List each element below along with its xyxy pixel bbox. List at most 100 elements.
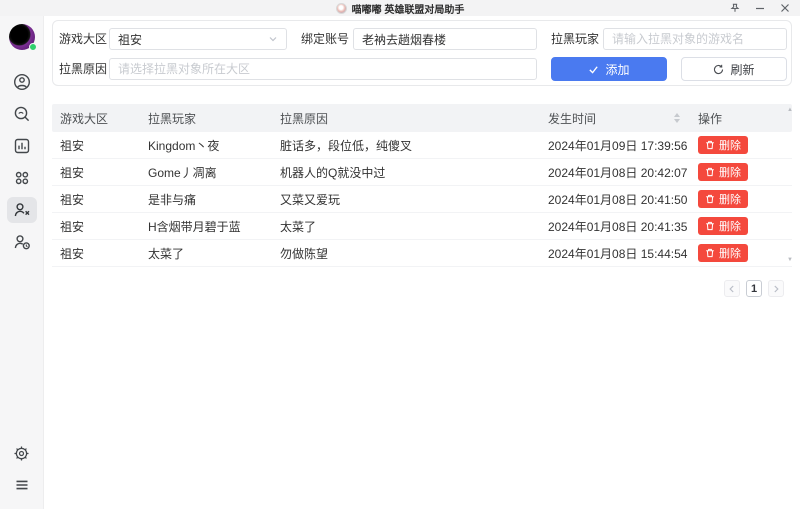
chevron-left-icon bbox=[729, 285, 734, 292]
sidebar-item-menu[interactable] bbox=[7, 472, 37, 498]
prev-page-button[interactable] bbox=[724, 280, 740, 297]
delete-label: 删除 bbox=[719, 248, 741, 260]
window-controls bbox=[729, 0, 791, 16]
refresh-icon bbox=[714, 64, 724, 74]
region-select-value: 祖安 bbox=[118, 32, 143, 47]
cell-reason: 勿做陈望 bbox=[280, 246, 329, 261]
close-icon[interactable] bbox=[779, 2, 791, 14]
cell-actions: 删除 bbox=[690, 244, 792, 262]
trash-icon bbox=[706, 194, 714, 204]
next-page-button[interactable] bbox=[768, 280, 784, 297]
region-label: 游戏大区 bbox=[59, 32, 108, 46]
cell-actions: 删除 bbox=[690, 136, 792, 154]
cell-reason: 机器人的Q就没中过 bbox=[280, 165, 386, 180]
header-region: 游戏大区 bbox=[60, 111, 109, 126]
cell-reason: 脏话多，段位低，纯傻叉 bbox=[280, 138, 413, 153]
delete-label: 删除 bbox=[719, 140, 741, 152]
delete-label: 删除 bbox=[719, 167, 741, 179]
refresh-button[interactable]: 刷新 bbox=[681, 57, 787, 81]
pin-icon[interactable] bbox=[729, 2, 741, 14]
person-x-icon bbox=[12, 200, 32, 220]
trash-icon bbox=[706, 248, 714, 258]
account-label: 绑定账号 bbox=[301, 32, 350, 46]
chevron-down-icon bbox=[268, 34, 278, 44]
cell-region: 祖安 bbox=[60, 246, 85, 261]
header-actions: 操作 bbox=[698, 111, 723, 126]
header-player: 拉黑玩家 bbox=[148, 111, 197, 126]
chevron-right-icon bbox=[774, 285, 779, 292]
table-row: 祖安 太菜了 勿做陈望 2024年01月08日 15:44:54 删除 bbox=[52, 240, 792, 267]
main-content: 游戏大区 祖安 绑定账号 拉黑玩家 拉黑原因 添加 刷新 游戏大区 拉 bbox=[44, 16, 800, 509]
pagination: 1 bbox=[724, 280, 784, 297]
cell-reason: 太菜了 bbox=[280, 219, 317, 234]
add-button-label: 添加 bbox=[605, 62, 630, 77]
sidebar-item-search[interactable] bbox=[7, 101, 37, 127]
gear-icon bbox=[12, 444, 31, 463]
stats-icon bbox=[12, 136, 32, 156]
blacklist-table: 游戏大区 拉黑玩家 拉黑原因 发生时间 操作 祖安 Kingdom丶夜 脏话多，段位… bbox=[52, 104, 795, 267]
cell-player: H含烟带月碧于蓝 bbox=[148, 219, 241, 234]
header-reason: 拉黑原因 bbox=[280, 111, 329, 126]
delete-button[interactable]: 删除 bbox=[698, 163, 748, 181]
sidebar-item-apps[interactable] bbox=[7, 165, 37, 191]
region-select[interactable]: 祖安 bbox=[109, 28, 287, 50]
delete-button[interactable]: 删除 bbox=[698, 244, 748, 262]
cell-player: Gome丿凋离 bbox=[148, 165, 217, 180]
player-input[interactable] bbox=[603, 28, 787, 50]
sidebar-item-history[interactable] bbox=[7, 229, 37, 255]
blacklist-form: 游戏大区 祖安 绑定账号 拉黑玩家 拉黑原因 添加 刷新 bbox=[52, 20, 792, 86]
delete-label: 删除 bbox=[719, 194, 741, 206]
table-row: 祖安 Kingdom丶夜 脏话多，段位低，纯傻叉 2024年01月09日 17:39:… bbox=[52, 132, 792, 159]
header-time-label: 发生时间 bbox=[548, 111, 597, 126]
sidebar-item-stats[interactable] bbox=[7, 133, 37, 159]
cell-reason: 又菜又爱玩 bbox=[280, 192, 341, 207]
minimize-icon[interactable] bbox=[754, 2, 766, 14]
cell-time: 2024年01月08日 20:42:07 bbox=[548, 165, 688, 180]
user-avatar[interactable] bbox=[8, 24, 37, 51]
current-page-button[interactable]: 1 bbox=[746, 280, 762, 297]
app-logo-icon bbox=[335, 2, 347, 14]
cell-time: 2024年01月08日 15:44:54 bbox=[548, 246, 688, 261]
table-scrollbar[interactable]: ▲ ▼ bbox=[785, 107, 795, 263]
sidebar-item-blacklist[interactable] bbox=[6, 197, 37, 223]
search-icon bbox=[12, 104, 32, 124]
table-row: 祖安 Gome丿凋离 机器人的Q就没中过 2024年01月08日 20:42:07 删除 bbox=[52, 159, 792, 186]
cell-actions: 删除 bbox=[690, 190, 792, 208]
table-row: 祖安 H含烟带月碧于蓝 太菜了 2024年01月08日 20:41:35 删除 bbox=[52, 213, 792, 240]
scroll-down-arrow[interactable]: ▼ bbox=[787, 257, 793, 263]
add-button[interactable]: 添加 bbox=[551, 57, 667, 81]
sidebar bbox=[0, 16, 44, 509]
sidebar-item-profile[interactable] bbox=[7, 69, 37, 95]
cell-player: 是非与痛 bbox=[148, 192, 197, 207]
sort-caret-icon[interactable] bbox=[674, 113, 680, 123]
header-time[interactable]: 发生时间 bbox=[540, 110, 690, 127]
cell-actions: 删除 bbox=[690, 163, 792, 181]
reason-input[interactable] bbox=[109, 58, 537, 80]
table-header: 游戏大区 拉黑玩家 拉黑原因 发生时间 操作 bbox=[52, 104, 792, 132]
apps-grid-icon bbox=[12, 168, 32, 188]
cell-time: 2024年01月08日 20:41:35 bbox=[548, 219, 688, 234]
player-label: 拉黑玩家 bbox=[551, 32, 600, 46]
cell-region: 祖安 bbox=[60, 192, 85, 207]
table-body: 祖安 Kingdom丶夜 脏话多，段位低，纯傻叉 2024年01月09日 17:39:… bbox=[52, 132, 792, 267]
person-clock-icon bbox=[12, 232, 32, 252]
online-status-dot bbox=[28, 43, 37, 51]
reason-label: 拉黑原因 bbox=[59, 62, 108, 76]
cell-player: 太菜了 bbox=[148, 246, 185, 261]
delete-button[interactable]: 删除 bbox=[698, 217, 748, 235]
check-icon bbox=[589, 65, 599, 74]
delete-button[interactable]: 删除 bbox=[698, 136, 748, 154]
delete-button[interactable]: 删除 bbox=[698, 190, 748, 208]
cell-region: 祖安 bbox=[60, 165, 85, 180]
sidebar-item-settings[interactable] bbox=[7, 440, 37, 466]
trash-icon bbox=[706, 140, 714, 150]
window-title: 喵嘟嘟 英雄联盟对局助手 bbox=[351, 4, 465, 16]
scroll-up-arrow[interactable]: ▲ bbox=[787, 107, 793, 113]
account-input[interactable] bbox=[353, 28, 537, 50]
cell-actions: 删除 bbox=[690, 217, 792, 235]
titlebar: 喵嘟嘟 英雄联盟对局助手 bbox=[0, 0, 800, 16]
cell-player: Kingdom丶夜 bbox=[148, 138, 220, 153]
cell-time: 2024年01月08日 20:41:50 bbox=[548, 192, 688, 207]
cell-time: 2024年01月09日 17:39:56 bbox=[548, 138, 688, 153]
trash-icon bbox=[706, 221, 714, 231]
